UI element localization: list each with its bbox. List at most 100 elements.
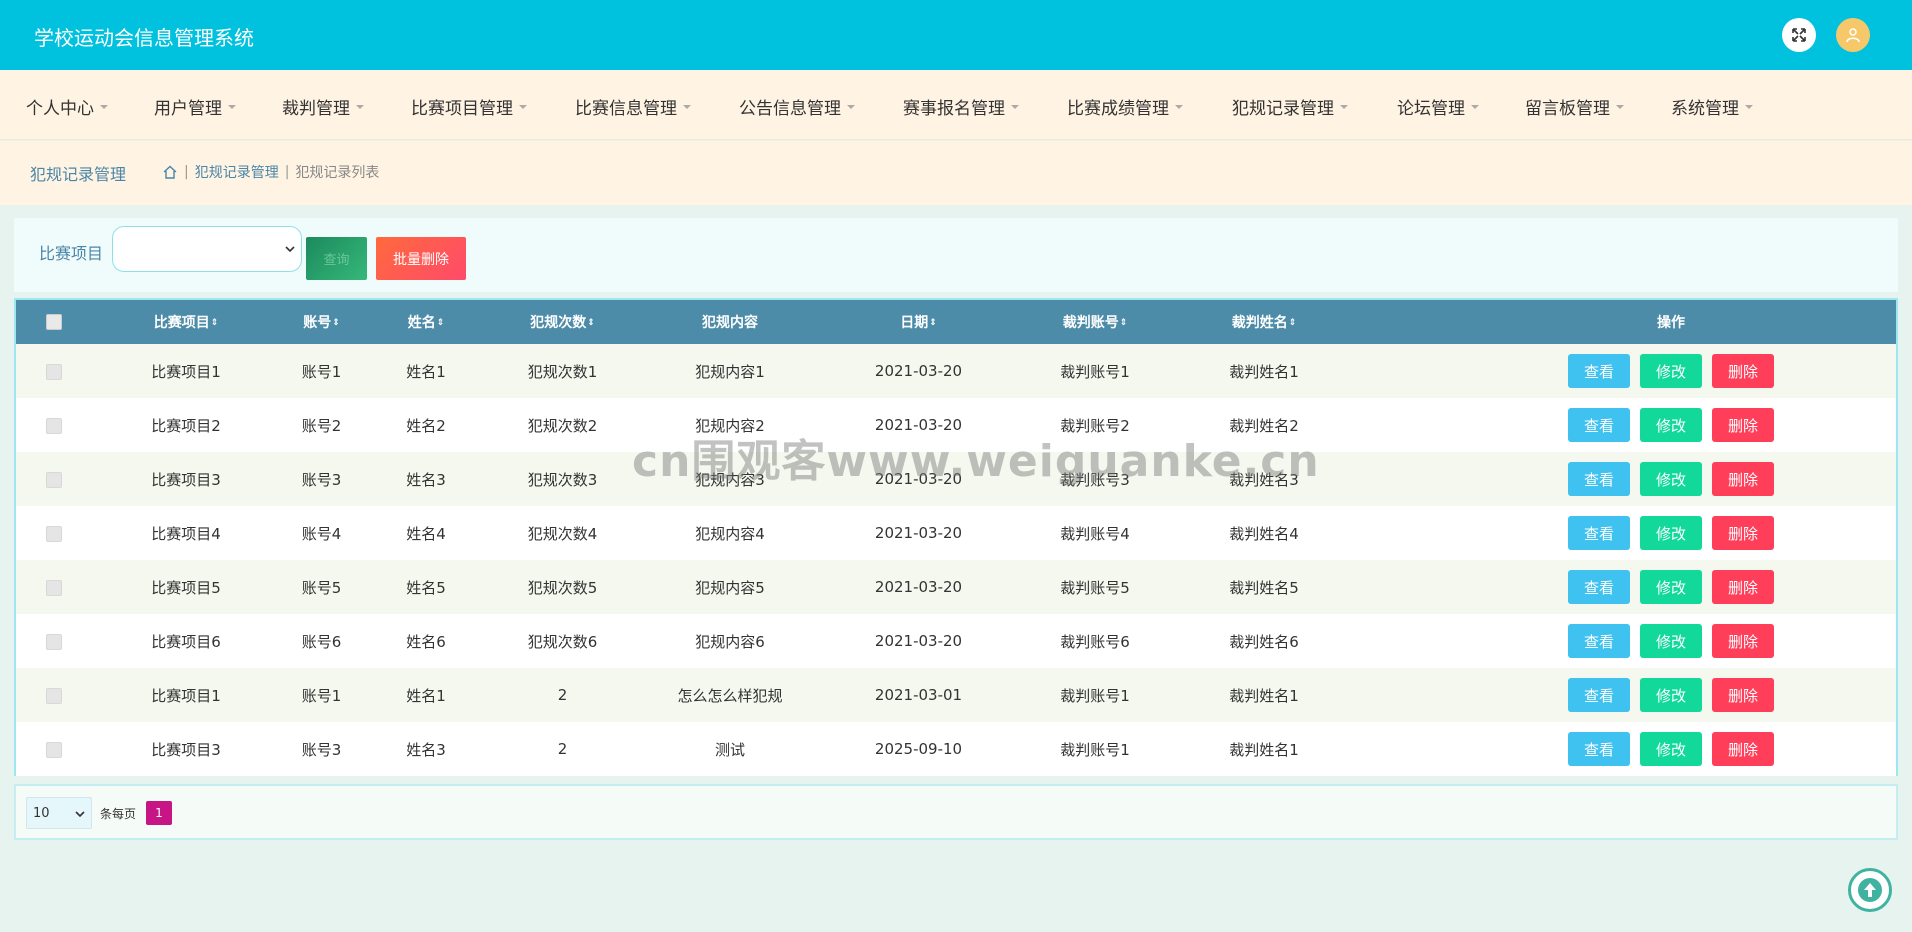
table-row: 比赛项目3 账号3 姓名3 2 测试 2025-09-10 裁判账号1 裁判姓名… (16, 722, 1896, 776)
row-checkbox[interactable] (45, 579, 62, 596)
column-header[interactable]: 裁判姓名⇕ (1178, 300, 1350, 344)
cell-referee-name: 裁判姓名1 (1229, 740, 1299, 759)
nav-item-system[interactable]: 系统管理 (1671, 94, 1753, 119)
edit-button[interactable]: 修改 (1640, 732, 1702, 766)
row-checkbox[interactable] (45, 471, 62, 488)
column-header[interactable]: 比赛项目⇕ (91, 300, 281, 344)
breadcrumb-link[interactable]: 犯规记录管理 (195, 162, 279, 182)
edit-button[interactable]: 修改 (1640, 516, 1702, 550)
cell-date: 2021-03-20 (874, 632, 963, 650)
nav-item-competitions[interactable]: 比赛信息管理 (575, 94, 691, 119)
nav-item-messages[interactable]: 留言板管理 (1525, 94, 1624, 119)
nav-item-announcements[interactable]: 公告信息管理 (739, 94, 855, 119)
nav-item-registrations[interactable]: 赛事报名管理 (903, 94, 1019, 119)
home-icon[interactable] (162, 164, 178, 180)
column-header[interactable]: 犯规次数⇕ (490, 300, 635, 344)
column-header[interactable]: 日期⇕ (825, 300, 1012, 344)
column-header[interactable]: 账号⇕ (281, 300, 362, 344)
cell-foul-count: 犯规次数1 (527, 362, 598, 381)
column-header-label: 犯规内容 (702, 315, 758, 331)
cell-event: 比赛项目1 (151, 362, 221, 381)
cell-referee-account: 裁判账号1 (1060, 740, 1130, 759)
edit-button[interactable]: 修改 (1640, 354, 1702, 388)
edit-button[interactable]: 修改 (1640, 462, 1702, 496)
row-checkbox[interactable] (45, 363, 62, 380)
search-label: 比赛项目 (39, 244, 104, 263)
event-select[interactable] (112, 226, 302, 272)
column-header-label: 姓名 (407, 315, 436, 331)
nav-item-label: 用户管理 (154, 99, 222, 119)
cell-name: 姓名5 (406, 578, 446, 597)
cell-referee-name: 裁判姓名1 (1229, 362, 1299, 381)
edit-button[interactable]: 修改 (1640, 678, 1702, 712)
nav-item-referees[interactable]: 裁判管理 (282, 94, 364, 119)
nav-item-users[interactable]: 用户管理 (154, 94, 236, 119)
delete-button[interactable]: 删除 (1712, 624, 1774, 658)
page-number-button[interactable]: 1 (146, 801, 172, 825)
sort-icon: ⇕ (1288, 318, 1297, 328)
back-to-top-button[interactable] (1848, 868, 1892, 912)
nav-item-label: 犯规记录管理 (1232, 99, 1334, 119)
row-select-cell (16, 722, 91, 776)
page-size-select[interactable]: 10 (26, 797, 92, 829)
view-button[interactable]: 查看 (1568, 678, 1630, 712)
user-avatar-button[interactable] (1836, 18, 1870, 52)
select-all-checkbox[interactable] (45, 314, 62, 330)
delete-button[interactable]: 删除 (1712, 408, 1774, 442)
row-checkbox[interactable] (45, 741, 62, 758)
edit-button[interactable]: 修改 (1640, 570, 1702, 604)
cell-event: 比赛项目4 (151, 524, 221, 543)
nav-item-label: 比赛成绩管理 (1067, 99, 1169, 119)
row-checkbox[interactable] (45, 417, 62, 434)
cell-date: 2021-03-01 (874, 686, 963, 704)
cell-foul-count: 犯规次数5 (527, 578, 598, 597)
cell-referee-account: 裁判账号4 (1060, 524, 1130, 543)
cell-actions: 查看 修改 删除 (1350, 668, 1896, 722)
delete-button[interactable]: 删除 (1712, 462, 1774, 496)
cell-foul-content: 怎么怎么样犯规 (677, 686, 783, 705)
view-button[interactable]: 查看 (1568, 462, 1630, 496)
delete-button[interactable]: 删除 (1712, 516, 1774, 550)
cell-name: 姓名1 (406, 362, 446, 381)
view-button[interactable]: 查看 (1568, 732, 1630, 766)
nav-item-forum[interactable]: 论坛管理 (1397, 94, 1479, 119)
view-button[interactable]: 查看 (1568, 408, 1630, 442)
view-button[interactable]: 查看 (1568, 516, 1630, 550)
edit-button[interactable]: 修改 (1640, 408, 1702, 442)
delete-button[interactable]: 删除 (1712, 678, 1774, 712)
delete-button[interactable]: 删除 (1712, 732, 1774, 766)
column-header[interactable]: 姓名⇕ (362, 300, 490, 344)
row-select-cell (16, 506, 91, 560)
batch-delete-button[interactable]: 批量删除 (376, 237, 466, 280)
delete-button[interactable]: 删除 (1712, 354, 1774, 388)
nav-item-label: 留言板管理 (1525, 99, 1610, 119)
delete-button[interactable]: 删除 (1712, 570, 1774, 604)
sort-icon: ⇕ (210, 318, 219, 328)
view-button[interactable]: 查看 (1568, 354, 1630, 388)
breadcrumb-separator: | (184, 164, 189, 180)
column-header-label: 裁判账号 (1062, 315, 1119, 331)
cell-foul-content: 犯规内容6 (695, 632, 765, 651)
caret-down-icon (228, 104, 236, 109)
caret-down-icon (1011, 104, 1019, 109)
caret-down-icon (1616, 104, 1624, 109)
cell-event: 比赛项目6 (151, 632, 221, 651)
query-button[interactable]: 查询 (306, 237, 367, 280)
row-checkbox[interactable] (45, 687, 62, 704)
cell-event: 比赛项目3 (151, 740, 221, 759)
column-header-label: 账号 (303, 315, 332, 331)
cell-name: 姓名1 (406, 686, 446, 705)
caret-down-icon (683, 104, 691, 109)
nav-item-events[interactable]: 比赛项目管理 (411, 94, 527, 119)
cell-actions: 查看 修改 删除 (1350, 398, 1896, 452)
nav-item-fouls[interactable]: 犯规记录管理 (1232, 94, 1348, 119)
column-header[interactable]: 裁判账号⇕ (1012, 300, 1178, 344)
row-checkbox[interactable] (45, 525, 62, 542)
view-button[interactable]: 查看 (1568, 624, 1630, 658)
fullscreen-button[interactable] (1782, 18, 1816, 52)
row-checkbox[interactable] (45, 633, 62, 650)
view-button[interactable]: 查看 (1568, 570, 1630, 604)
edit-button[interactable]: 修改 (1640, 624, 1702, 658)
nav-item-personal-center[interactable]: 个人中心 (26, 94, 108, 119)
nav-item-results[interactable]: 比赛成绩管理 (1067, 94, 1183, 119)
